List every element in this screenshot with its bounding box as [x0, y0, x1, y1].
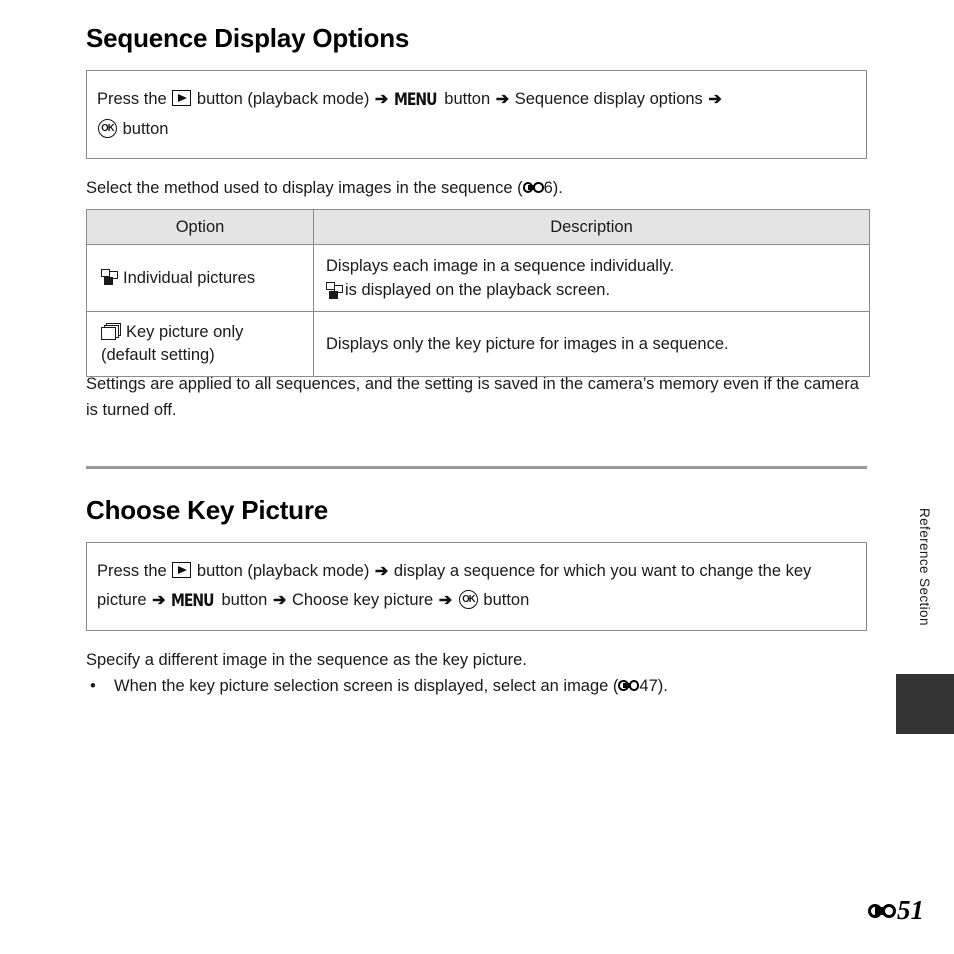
arrow-right-icon: ➔ [374, 91, 389, 108]
arrow-right-icon: ➔ [374, 563, 389, 580]
reference-mark-icon [522, 181, 544, 194]
choose-key-picture-bullets: • When the key picture selection screen i… [86, 673, 867, 699]
table-row: Individual pictures Displays each image … [86, 244, 870, 312]
section-sequence-display-options: Sequence Display Options [86, 24, 867, 53]
intro-paragraph: Select the method used to display images… [86, 175, 867, 201]
options-table-wrap: Option Description Individual pictures D… [86, 209, 870, 377]
option-label-key-picture-only: Key picture only [126, 323, 244, 341]
description-line-1: Displays only the key picture for images… [326, 335, 729, 353]
bullet-dot: • [90, 677, 96, 695]
manual-page: Sequence Display Options Press the butto… [0, 0, 954, 954]
bullet-text-before: When the key picture selection screen is… [114, 677, 619, 695]
instruction-menu-target: Sequence display options [514, 90, 703, 108]
table-header-row: Option Description [86, 209, 870, 245]
instruction-ok-suffix: button [122, 120, 169, 138]
instruction-box-sequence: Press the button (playback mode) ➔ MENU … [86, 70, 867, 159]
instruction-ok-suffix: button [483, 591, 530, 609]
side-tab-marker [896, 674, 954, 734]
arrow-right-icon-2: ➔ [495, 91, 510, 108]
page-number: 51 [868, 897, 924, 924]
list-item: • When the key picture selection screen i… [86, 673, 867, 699]
option-label-individual-pictures: Individual pictures [123, 268, 256, 287]
arrow-right-icon-3: ➔ [708, 91, 722, 108]
page-number-value: 51 [897, 895, 924, 925]
reference-mark-icon [618, 679, 640, 692]
section-title-choose-key-picture: Choose Key Picture [86, 495, 329, 525]
option-cell-key-picture-only: Key picture only (default setting) [86, 311, 314, 377]
option-cell-individual-pictures: Individual pictures [86, 244, 314, 312]
instruction-press-label: Press the [97, 90, 167, 108]
description-cell-key-picture-only: Displays only the key picture for images… [313, 311, 870, 377]
option-sublabel-default-setting: (default setting) [101, 346, 215, 364]
key-picture-stack-icon [101, 323, 121, 340]
section-choose-key-picture: Choose Key Picture [86, 496, 867, 525]
bullet-text-after: ). [657, 677, 668, 695]
instruction-path-sequence: Press the button (playback mode) ➔ MENU … [86, 70, 867, 159]
play-button-icon [172, 90, 192, 106]
instruction-menu-suffix: button [444, 90, 491, 108]
table-header-description: Description [313, 209, 870, 245]
ok-button-icon: OK [458, 590, 478, 609]
reference-mark-icon [868, 902, 896, 920]
settings-note-paragraph: Settings are applied to all sequences, a… [86, 375, 859, 419]
intro-text-after: ). [552, 179, 563, 197]
menu-button-icon: MENU [393, 90, 437, 110]
table-row: Key picture only (default setting) Displ… [86, 311, 870, 377]
arrow-right-icon-4: ➔ [438, 592, 453, 609]
instruction-playback-label: button (playback mode) [196, 90, 370, 108]
sequence-display-options-table: Option Description Individual pictures D… [86, 209, 870, 377]
choose-key-picture-body-wrap: Specify a different image in the sequenc… [86, 647, 867, 699]
intro-text-before: Select the method used to display images… [86, 179, 523, 197]
table-header-option: Option [86, 209, 314, 245]
menu-button-icon: MENU [171, 591, 214, 611]
side-tab-label: Reference Section [917, 508, 932, 626]
description-line-2: is displayed on the playback screen. [345, 281, 611, 299]
intro-ref-page: 6 [543, 179, 553, 197]
instruction-menu-suffix: button [221, 591, 268, 609]
arrow-right-icon-2: ➔ [152, 592, 166, 609]
instruction-path-choose-key-picture: Press the button (playback mode) ➔ displ… [86, 542, 867, 631]
ok-button-icon: OK [98, 119, 117, 138]
instruction-box-choose-key-picture: Press the button (playback mode) ➔ displ… [86, 542, 867, 631]
individual-pictures-icon [101, 268, 118, 286]
play-button-icon [172, 562, 192, 578]
arrow-right-icon-3: ➔ [272, 592, 287, 609]
note-paragraph-wrap: Settings are applied to all sequences, a… [86, 371, 867, 423]
intro-paragraph-wrap: Select the method used to display images… [86, 175, 867, 201]
instruction-press-label: Press the [97, 562, 167, 580]
page-title: Sequence Display Options [86, 23, 410, 53]
description-cell-individual-pictures: Displays each image in a sequence indivi… [313, 244, 870, 312]
description-line-1: Displays each image in a sequence indivi… [326, 257, 675, 275]
section-divider [86, 466, 867, 469]
section-divider-wrap [86, 466, 867, 469]
choose-key-picture-body: Specify a different image in the sequenc… [86, 651, 527, 669]
instruction-playback-label: button (playback mode) [196, 562, 370, 580]
individual-pictures-icon-inline [326, 282, 343, 299]
instruction-menu-target: Choose key picture [291, 591, 434, 609]
bullet-ref-page: 47 [639, 677, 658, 695]
